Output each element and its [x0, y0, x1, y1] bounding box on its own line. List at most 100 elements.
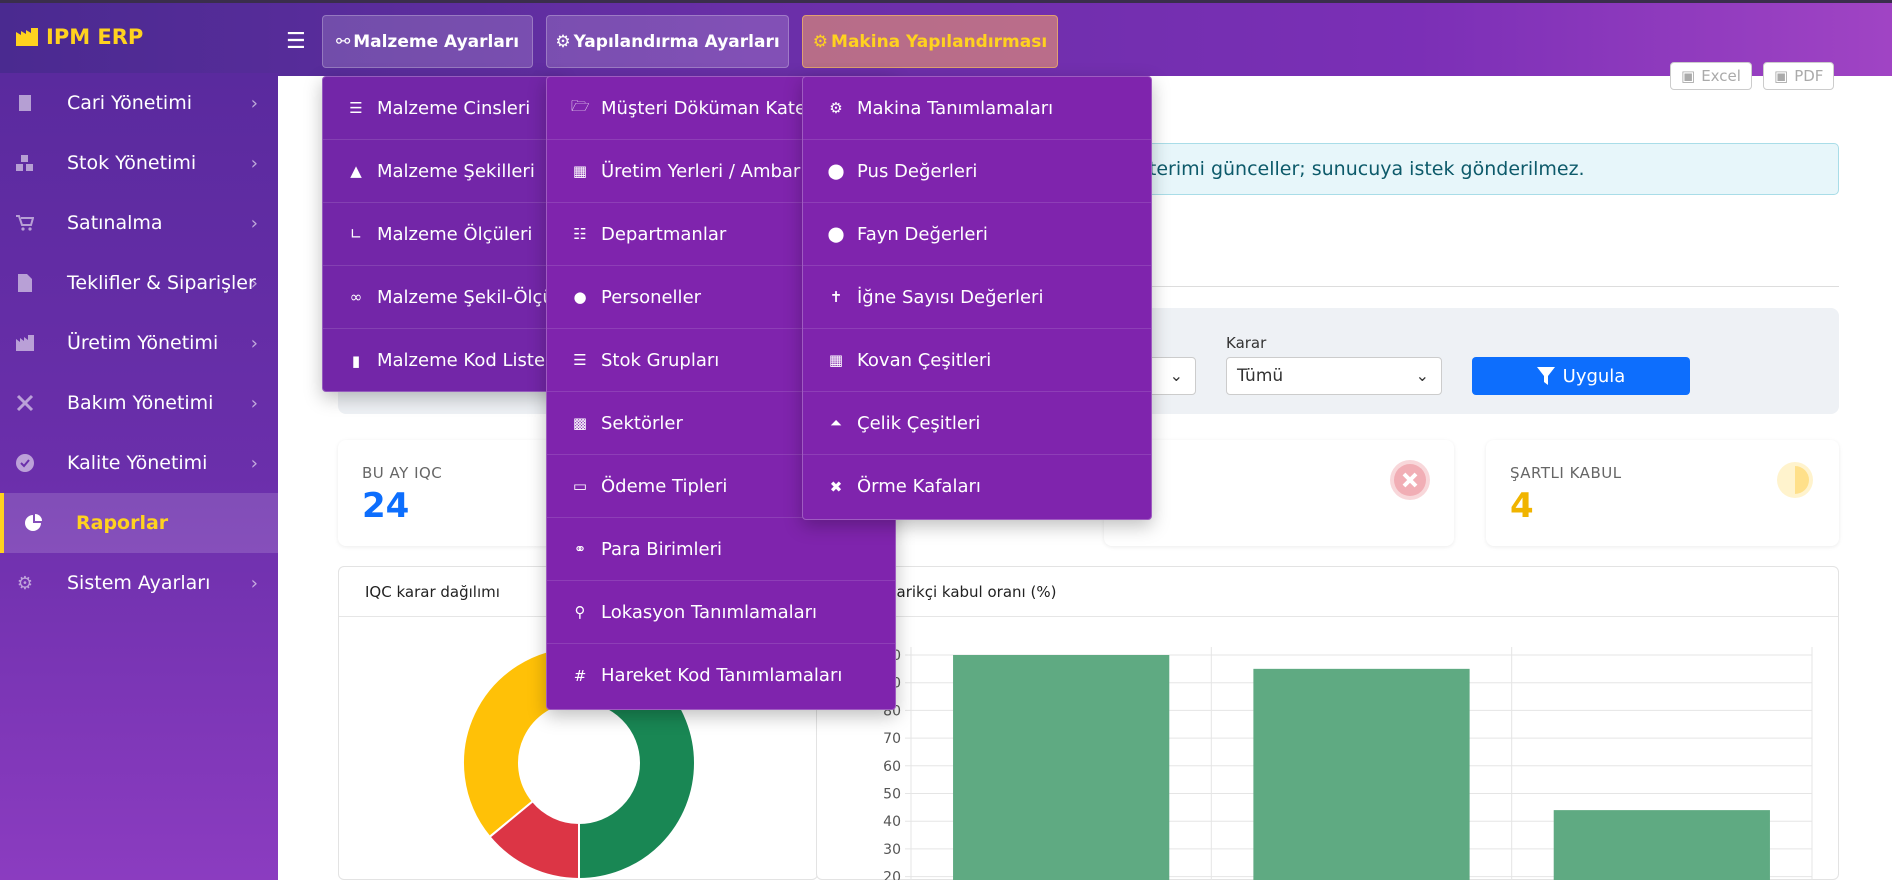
y-tick-label: 40: [883, 814, 901, 830]
menu-item-label: Sektörler: [601, 412, 683, 434]
coins-icon: ⚭: [573, 540, 587, 558]
export-pdf-button[interactable]: ▣ PDF: [1763, 62, 1835, 90]
sidebar-item-label: Satınalma: [67, 212, 163, 234]
menu-item-label: Malzeme Ölçüleri: [377, 223, 533, 245]
sidebar-item-label: Bakım Yönetimi: [67, 392, 214, 414]
chevron-right-icon: ›: [250, 572, 258, 594]
building-icon: [16, 94, 34, 112]
brand-name: IPM ERP: [46, 25, 144, 49]
menu-item-orme-kafalari[interactable]: ✖ Örme Kafaları: [803, 455, 1151, 518]
industry-icon: [16, 334, 34, 352]
y-tick-label: 70: [883, 731, 901, 747]
apply-filter-button[interactable]: Uygula: [1472, 357, 1690, 395]
file-excel-icon: ▣: [1681, 67, 1696, 85]
menu-item-label: Çelik Çeşitleri: [857, 412, 981, 434]
sidebar-item-bakim[interactable]: Bakım Yönetimi ›: [0, 373, 278, 433]
barcode-icon: ▮: [351, 351, 361, 370]
menu-item-celik-cesitleri[interactable]: ⏶ Çelik Çeşitleri: [803, 392, 1151, 455]
sidebar-item-label: Raporlar: [76, 512, 169, 534]
menu-item-label: Üretim Yerleri / Ambarlar: [601, 160, 824, 182]
menu-item-label: Pus Değerleri: [857, 160, 978, 182]
thumbtack-icon: ✝: [829, 288, 843, 306]
nav-yapilandirma-ayarlari[interactable]: ⚙ Yapılandırma Ayarları: [546, 15, 789, 68]
compress-icon: ✖: [829, 477, 843, 496]
y-tick-label: 20: [883, 870, 901, 880]
gears-icon: ⚙: [812, 31, 829, 52]
karar-value: Tümü: [1237, 366, 1284, 386]
nav-malzeme-ayarlari[interactable]: ⚯ Malzeme Ayarları: [322, 15, 533, 68]
menu-item-kovan-cesitleri[interactable]: ▦ Kovan Çeşitleri: [803, 329, 1151, 392]
makina-dropdown: ⚙ Makina Tanımlamaları ⬤ Pus Değerleri ⬤ Fa…: [802, 76, 1152, 520]
sidebar-item-uretim[interactable]: Üretim Yönetimi ›: [0, 313, 278, 373]
sidebar-item-satinalma[interactable]: Satınalma ›: [0, 193, 278, 253]
nav-label: Makina Yapılandırması: [831, 31, 1048, 52]
menu-item-malzeme-kod-listesi[interactable]: ▮ Malzeme Kod Listesi: [323, 329, 561, 391]
grid-icon: ▦: [828, 351, 844, 369]
brand[interactable]: IPM ERP: [16, 25, 143, 49]
karar-select[interactable]: Tümü ⌄: [1226, 357, 1442, 395]
x-circle-icon: [1390, 460, 1430, 500]
bar-chart: 2030405060708090100: [874, 647, 1813, 880]
hamburger-menu-icon[interactable]: ☰: [286, 31, 306, 53]
menu-item-label: Makina Tanımlamaları: [857, 97, 1054, 119]
nav-makina-yapilandirmasi[interactable]: ⚙ Makina Yapılandırması: [802, 15, 1058, 68]
menu-item-pus-degerleri[interactable]: ⬤ Pus Değerleri: [803, 140, 1151, 203]
sidebar-item-teklifler[interactable]: Teklifler & Siparişler ›: [0, 253, 278, 313]
menu-item-label: Malzeme Şekilleri: [377, 160, 535, 182]
menu-item-para-birimleri[interactable]: ⚭ Para Birimleri: [547, 518, 895, 581]
karar-label: Karar: [1226, 334, 1267, 352]
menu-item-label: Malzeme Cinsleri: [377, 97, 531, 119]
sidebar-item-label: Kalite Yönetimi: [67, 452, 208, 474]
menu-item-label: Kovan Çeşitleri: [857, 349, 992, 371]
kpi-card-iqc: BU AY IQC 24: [338, 440, 570, 546]
filter-icon: [1536, 367, 1555, 385]
bar-2: [1553, 810, 1770, 880]
panel-header: darikçi kabul oranı (%): [817, 567, 1838, 617]
y-tick-label: 50: [883, 787, 901, 803]
malzeme-dropdown: ☰ Malzeme Cinsleri ▲ Malzeme Şekilleri ∟ Ma…: [322, 76, 562, 392]
menu-item-malzeme-cinsleri[interactable]: ☰ Malzeme Cinsleri: [323, 77, 561, 140]
sidebar-item-stok[interactable]: Stok Yönetimi ›: [0, 133, 278, 193]
menu-item-fayn-degerleri[interactable]: ⬤ Fayn Değerleri: [803, 203, 1151, 266]
menu-item-makina-tanimlamalari[interactable]: ⚙ Makina Tanımlamaları: [803, 77, 1151, 140]
layers-icon: ☰: [573, 351, 587, 369]
sidebar-item-raporlar[interactable]: Raporlar: [0, 493, 278, 553]
kpi-value: 4: [1510, 486, 1534, 526]
sidebar-item-cari[interactable]: Cari Yönetimi ›: [0, 73, 278, 133]
sidebar-item-sistem[interactable]: ⚙ Sistem Ayarları ›: [0, 553, 278, 613]
sidebar-item-kalite[interactable]: Kalite Yönetimi ›: [0, 433, 278, 493]
menu-item-malzeme-olculeri[interactable]: ∟ Malzeme Ölçüleri: [323, 203, 561, 266]
menu-item-label: Fayn Değerleri: [857, 223, 988, 245]
y-tick-label: 60: [883, 759, 901, 775]
menu-item-label: Departmanlar: [601, 223, 727, 245]
kpi-title: BU AY IQC: [362, 464, 443, 482]
chevron-down-icon: ⌄: [1169, 366, 1183, 385]
panel-title: IQC karar dağılımı: [365, 583, 500, 601]
pie-chart-icon: [24, 514, 42, 532]
menu-item-igne-sayisi[interactable]: ✝ İğne Sayısı Değerleri: [803, 266, 1151, 329]
menu-item-lokasyon[interactable]: ⚲ Lokasyon Tanımlamaları: [547, 581, 895, 644]
export-label: PDF: [1794, 67, 1824, 85]
bar-chart-panel: darikçi kabul oranı (%) 2030405060708090…: [816, 566, 1839, 880]
menu-item-malzeme-sekilleri[interactable]: ▲ Malzeme Şekilleri: [323, 140, 561, 203]
menu-item-label: Örme Kafaları: [857, 476, 981, 497]
map-pin-icon: ⚲: [574, 603, 586, 621]
menu-item-label: İğne Sayısı Değerleri: [857, 286, 1044, 308]
chevron-down-icon: ⌄: [1415, 366, 1429, 385]
menu-item-label: Lokasyon Tanımlamaları: [601, 601, 818, 623]
menu-item-label: Malzeme Kod Listesi: [377, 350, 560, 371]
chevron-right-icon: ›: [250, 332, 258, 354]
export-excel-button[interactable]: ▣ Excel: [1670, 62, 1752, 90]
menu-item-hareket-kod[interactable]: # Hareket Kod Tanımlamaları: [547, 644, 895, 707]
shapes-icon: ▲: [350, 162, 362, 180]
chevron-right-icon: ›: [250, 272, 258, 294]
menu-item-label: Stok Grupları: [601, 349, 720, 371]
half-circle-icon: [1775, 460, 1815, 500]
sidebar-item-label: Sistem Ayarları: [67, 572, 211, 594]
gear-icon: ⚙: [555, 31, 571, 52]
boxes-icon: [16, 154, 34, 172]
hashtag-icon: #: [573, 666, 587, 685]
panel-title: darikçi kabul oranı (%): [887, 583, 1057, 601]
menu-item-malzeme-sekil-olcu[interactable]: ∞ Malzeme Şekil-Ölçü E: [323, 266, 561, 329]
circle-icon: ⬤: [827, 225, 845, 243]
